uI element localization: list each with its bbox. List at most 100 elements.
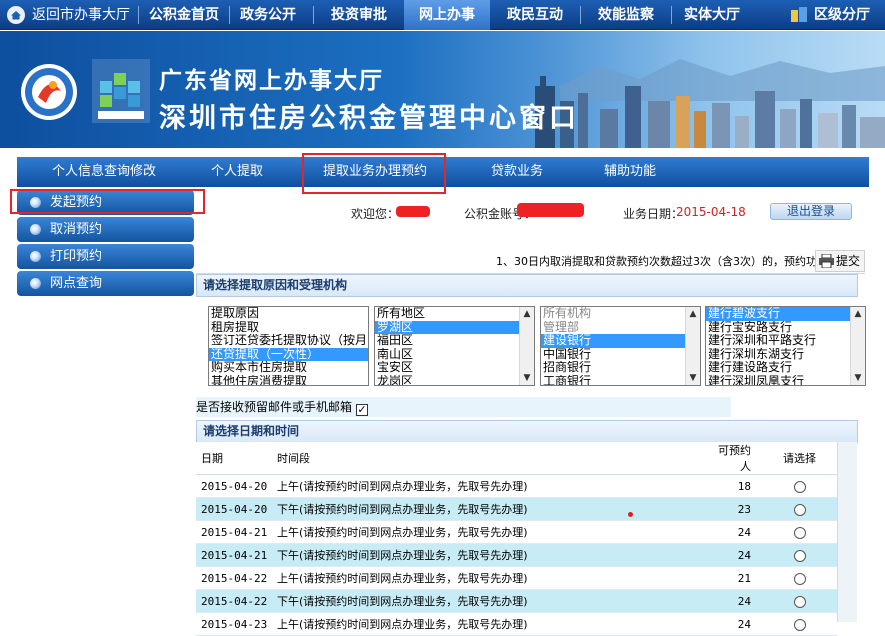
list-item[interactable]: 所有地区 xyxy=(375,307,534,321)
nav-physical-hall[interactable]: 实体大厅 xyxy=(674,0,750,30)
cell-available: 24 xyxy=(712,543,757,567)
scroll-up-icon[interactable]: ▲ xyxy=(851,307,865,321)
list-item[interactable]: 购买本市住房提取 xyxy=(209,361,368,375)
table-scrollbar[interactable] xyxy=(837,442,857,622)
cell-available: 23 xyxy=(712,497,757,521)
housing-fund-logo xyxy=(92,59,150,123)
district-listbox[interactable]: 所有地区 罗湖区 福田区 南山区 宝安区 龙岗区 ▲ ▼ xyxy=(374,306,535,386)
list-item[interactable]: 建行宝安路支行 xyxy=(706,321,865,335)
cell-period: 上午(请按预约时间到网点办理业务，先取号先办理) xyxy=(272,566,712,590)
notice-text: 1、30日内取消提取和贷款预约次数超过3次（含3次）的，预约功能 xyxy=(496,255,828,268)
select-radio[interactable] xyxy=(793,503,806,516)
government-emblem-logo xyxy=(21,64,77,120)
select-radio[interactable] xyxy=(793,595,806,608)
redacted-account xyxy=(517,203,584,217)
table-row: 2015-04-23 上午(请按预约时间到网点办理业务，先取号先办理) 24 xyxy=(196,612,837,636)
list-item[interactable]: 建行建设路支行 xyxy=(706,361,865,375)
cell-available: 18 xyxy=(712,474,757,498)
sidebar-label: 取消预约 xyxy=(50,222,103,237)
list-item[interactable]: 宝安区 xyxy=(375,361,534,375)
list-item-selected[interactable]: 还贷提取（一次性） xyxy=(209,347,368,362)
withdrawal-reason-listbox[interactable]: 提取原因 租房提取 签订还贷委托提取协议（按月 还贷提取（一次性） 购买本市住房… xyxy=(208,306,369,386)
scroll-down-icon[interactable]: ▼ xyxy=(851,371,865,385)
cell-date: 2015-04-21 xyxy=(196,543,272,567)
sidebar-branch-query[interactable]: 网点查询 xyxy=(17,271,194,296)
list-item[interactable]: 中国银行 xyxy=(541,348,700,362)
submit-label: 提交 xyxy=(836,254,861,268)
welcome-label: 欢迎您： xyxy=(351,207,400,221)
subnav-auxiliary[interactable]: 辅助功能 xyxy=(585,157,675,187)
list-item-selected[interactable]: 建行碧波支行 xyxy=(706,307,850,321)
redacted-name xyxy=(396,206,430,217)
list-item[interactable]: 建行深圳凤凰支行 xyxy=(706,375,865,385)
nav-efficiency[interactable]: 效能监察 xyxy=(583,0,669,30)
email-option-label: 是否接收预留邮件或手机邮箱 xyxy=(196,400,353,414)
cell-select xyxy=(757,612,837,636)
cell-date: 2015-04-20 xyxy=(196,474,272,498)
scroll-up-icon[interactable]: ▲ xyxy=(520,307,534,321)
scroll-up-icon[interactable]: ▲ xyxy=(686,307,700,321)
select-radio[interactable] xyxy=(793,526,806,539)
list-item[interactable]: 福田区 xyxy=(375,334,534,348)
scroll-down-icon[interactable]: ▼ xyxy=(520,371,534,385)
scrollbar[interactable]: ▲ ▼ xyxy=(850,307,865,385)
select-radio[interactable] xyxy=(793,572,806,585)
agency-listbox[interactable]: 所有机构 管理部 建设银行 中国银行 招商银行 工商银行 ▲ ▼ xyxy=(540,306,701,386)
list-item[interactable]: 龙岗区 xyxy=(375,375,534,385)
cell-available: 21 xyxy=(712,566,757,590)
cell-period: 上午(请按预约时间到网点办理业务，先取号先办理) xyxy=(272,520,712,544)
email-checkbox[interactable]: ✓ xyxy=(356,404,369,416)
list-item[interactable]: 南山区 xyxy=(375,348,534,362)
cell-select xyxy=(757,589,837,613)
list-item[interactable]: 其他住房消费提取 xyxy=(209,375,368,385)
subnav-personal-withdrawal[interactable]: 个人提取 xyxy=(192,157,282,187)
scrollbar[interactable]: ▲ ▼ xyxy=(519,307,534,385)
list-item-selected[interactable]: 罗湖区 xyxy=(375,320,519,335)
nav-district-branch[interactable]: 区级分厅 xyxy=(812,0,872,30)
back-to-city-hall-link[interactable]: 返回市办事大厅 xyxy=(28,0,134,30)
nav-gov-public[interactable]: 政务公开 xyxy=(232,0,304,30)
scroll-down-icon[interactable]: ▼ xyxy=(686,371,700,385)
nav-investment-approval[interactable]: 投资审批 xyxy=(316,0,402,30)
scrollbar[interactable]: ▲ ▼ xyxy=(685,307,700,385)
cell-date: 2015-04-22 xyxy=(196,589,272,613)
subnav-loan-service[interactable]: 贷款业务 xyxy=(472,157,562,187)
cell-date: 2015-04-22 xyxy=(196,566,272,590)
cell-date: 2015-04-21 xyxy=(196,520,272,544)
nav-gjj-home[interactable]: 公积金首页 xyxy=(142,0,226,30)
subnav-personal-info[interactable]: 个人信息查询修改 xyxy=(34,157,174,187)
sidebar-print-appointment[interactable]: 打印预约 xyxy=(17,244,194,269)
col-available: 可预约人 xyxy=(712,442,757,475)
list-item[interactable]: 所有机构 xyxy=(541,307,700,321)
table-row: 2015-04-22 上午(请按预约时间到网点办理业务，先取号先办理) 21 xyxy=(196,566,837,590)
branch-listbox[interactable]: 建行碧波支行 建行宝安路支行 建行深圳和平路支行 建行深圳东湖支行 建行建设路支… xyxy=(705,306,866,386)
select-radio[interactable] xyxy=(793,549,806,562)
nav-online-service[interactable]: 网上办事 xyxy=(404,0,490,30)
home-icon[interactable] xyxy=(7,6,25,24)
table-row: 2015-04-20 下午(请按预约时间到网点办理业务，先取号先办理) 23 xyxy=(196,497,837,521)
bullet-icon xyxy=(30,251,41,262)
sidebar-cancel-appointment[interactable]: 取消预约 xyxy=(17,217,194,242)
select-radio[interactable] xyxy=(793,618,806,631)
list-item[interactable]: 建行深圳东湖支行 xyxy=(706,348,865,362)
col-date: 日期 xyxy=(196,442,272,475)
nav-interaction[interactable]: 政民互动 xyxy=(492,0,578,30)
cursor-dot xyxy=(628,512,633,517)
list-item[interactable]: 签订还贷委托提取协议（按月 xyxy=(209,334,368,348)
list-item[interactable]: 管理部 xyxy=(541,321,700,335)
list-item[interactable]: 工商银行 xyxy=(541,375,700,385)
table-row: 2015-04-20 上午(请按预约时间到网点办理业务，先取号先办理) 18 xyxy=(196,474,837,498)
logout-button[interactable]: 退出登录 xyxy=(770,203,852,220)
cell-available: 24 xyxy=(712,520,757,544)
select-radio[interactable] xyxy=(793,480,806,493)
list-item[interactable]: 提取原因 xyxy=(209,307,368,321)
list-item[interactable]: 租房提取 xyxy=(209,321,368,335)
list-item[interactable]: 招商银行 xyxy=(541,361,700,375)
sidebar-label: 打印预约 xyxy=(50,249,103,264)
list-item[interactable]: 建行深圳和平路支行 xyxy=(706,334,865,348)
cell-select xyxy=(757,520,837,544)
list-item-selected[interactable]: 建设银行 xyxy=(541,334,685,348)
printer-icon xyxy=(819,254,834,268)
submit-button[interactable]: 提交 xyxy=(815,250,865,272)
subnav-highlight-box xyxy=(302,153,446,194)
